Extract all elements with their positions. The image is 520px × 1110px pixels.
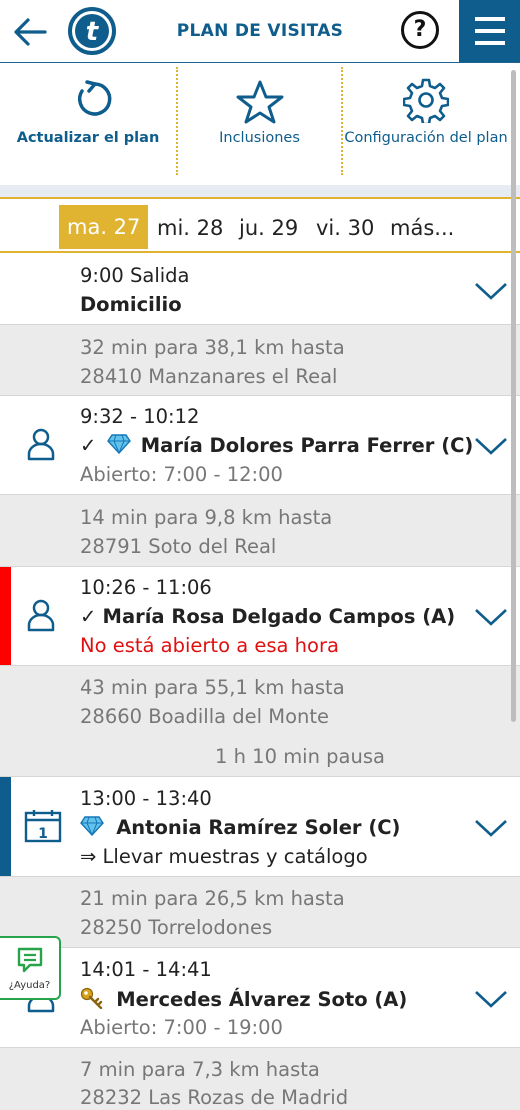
opening-hours: Abierto: 7:00 - 19:00 xyxy=(80,1016,283,1039)
help-question-label: ? xyxy=(413,17,427,42)
diamond-icon xyxy=(106,434,131,455)
travel-segment: 14 min para 9,8 km hasta 28791 Soto del … xyxy=(0,495,520,567)
scrollbar-thumb[interactable] xyxy=(511,70,516,722)
back-arrow-icon[interactable] xyxy=(12,14,48,50)
visit-card[interactable]: 9:32 - 10:12 ✓ María Dolores Parra Ferre… xyxy=(0,396,520,495)
travel-segment: 43 min para 55,1 km hasta 28660 Boadilla… xyxy=(0,666,520,777)
plan-settings-button[interactable]: Configuración del plan xyxy=(343,63,509,185)
chevron-down-icon[interactable] xyxy=(474,436,508,456)
chevron-down-icon[interactable] xyxy=(474,818,508,838)
inclusions-label: Inclusiones xyxy=(219,130,300,146)
chevron-down-icon[interactable] xyxy=(474,989,508,1009)
toolbar-separator-band xyxy=(0,185,520,197)
visit-time: 14:01 - 14:41 xyxy=(80,958,212,981)
visit-title-line: ✓ María Rosa Delgado Campos (A) xyxy=(80,605,455,628)
travel-duration: 7 min para 7,3 km hasta xyxy=(80,1058,320,1081)
visit-card[interactable]: 10:26 - 11:06 ✓ María Rosa Delgado Campo… xyxy=(0,567,520,666)
travel-destination: 28660 Boadilla del Monte xyxy=(80,705,330,728)
visit-time: 10:26 - 11:06 xyxy=(80,576,212,599)
customer-name: Antonia Ramírez Soler (C) xyxy=(116,816,401,839)
page-title: PLAN DE VISITAS xyxy=(176,21,344,41)
visit-note: ⇒ Llevar muestras y catálogo xyxy=(80,845,368,868)
visit-title-line: Antonia Ramírez Soler (C) xyxy=(80,816,400,839)
date-tab[interactable]: mi. 28 xyxy=(157,213,223,243)
travel-destination: 28791 Soto del Real xyxy=(80,535,277,558)
customer-name: María Rosa Delgado Campos (A) xyxy=(102,605,456,628)
travel-segment: 32 min para 38,1 km hasta 28410 Manzanar… xyxy=(0,325,520,396)
chevron-down-icon[interactable] xyxy=(474,281,508,301)
chat-icon xyxy=(17,947,43,973)
diamond-icon xyxy=(80,816,104,837)
start-time: 9:00 Salida xyxy=(80,264,190,287)
opening-hours: Abierto: 7:00 - 12:00 xyxy=(80,463,283,486)
travel-destination: 28250 Torrelodones xyxy=(80,916,273,939)
refresh-plan-button[interactable]: Actualizar el plan xyxy=(0,63,176,185)
travel-destination: 28232 Las Rozas de Madrid xyxy=(80,1086,349,1109)
person-icon xyxy=(27,599,55,632)
menu-icon-bar xyxy=(475,17,505,21)
more-dates-link[interactable]: más... xyxy=(390,213,454,243)
status-marker xyxy=(0,567,11,665)
menu-button[interactable] xyxy=(459,0,520,62)
travel-duration: 21 min para 26,5 km hasta xyxy=(80,887,345,910)
visit-card[interactable]: 1 13:00 - 13:40 Antonia Ramírez Soler (C… xyxy=(0,777,520,877)
visit-time: 9:32 - 10:12 xyxy=(80,405,200,428)
travel-duration: 14 min para 9,8 km hasta xyxy=(80,506,333,529)
inclusions-button[interactable]: Inclusiones xyxy=(178,63,341,185)
date-tab[interactable]: ju. 29 xyxy=(239,213,298,243)
travel-destination: 28410 Manzanares el Real xyxy=(80,365,338,388)
start-row[interactable]: 9:00 Salida Domicilio xyxy=(0,253,520,325)
help-chat-widget[interactable]: ¿Ayuda? xyxy=(0,936,61,1000)
travel-duration: 43 min para 55,1 km hasta xyxy=(80,676,345,699)
travel-segment: 7 min para 7,3 km hasta 28232 Las Rozas … xyxy=(0,1048,520,1110)
visit-title-line: Mercedes Álvarez Soto (A) xyxy=(80,987,407,1011)
warning-text: No está abierto a esa hora xyxy=(80,634,339,657)
plan-toolbar: Actualizar el plan Inclusiones Configura… xyxy=(0,63,520,186)
pause-label: 1 h 10 min pausa xyxy=(215,745,385,768)
star-icon xyxy=(236,80,284,124)
svg-text:t: t xyxy=(86,17,100,47)
travel-segment: 21 min para 26,5 km hasta 28250 Torrelod… xyxy=(0,877,520,948)
date-tab[interactable]: vi. 30 xyxy=(316,213,374,243)
plan-settings-label: Configuración del plan xyxy=(344,130,508,146)
visit-time: 13:00 - 13:40 xyxy=(80,787,212,810)
start-place: Domicilio xyxy=(80,293,182,316)
refresh-icon xyxy=(77,80,112,116)
date-tab-selected[interactable]: ma. 27 xyxy=(59,205,149,249)
visit-title-line: ✓ María Dolores Parra Ferrer (C) xyxy=(80,434,473,457)
help-button[interactable]: ? xyxy=(401,11,439,49)
app-logo: t xyxy=(68,7,116,55)
travel-duration: 32 min para 38,1 km hasta xyxy=(80,336,345,359)
person-icon xyxy=(27,428,55,461)
calendar-icon: 1 xyxy=(24,810,62,843)
refresh-plan-label: Actualizar el plan xyxy=(16,130,160,146)
customer-name: María Dolores Parra Ferrer (C) xyxy=(140,434,474,457)
done-check: ✓ xyxy=(80,434,97,457)
chevron-down-icon[interactable] xyxy=(474,607,508,627)
app-header: t PLAN DE VISITAS ? xyxy=(0,0,520,63)
appointment-marker xyxy=(0,777,11,876)
menu-icon-bar xyxy=(475,29,505,33)
key-icon xyxy=(80,987,103,1010)
visit-card[interactable]: 14:01 - 14:41 Mercedes Álvarez Soto (A) … xyxy=(0,948,520,1048)
done-check: ✓ xyxy=(80,605,97,628)
customer-name: Mercedes Álvarez Soto (A) xyxy=(116,988,408,1011)
help-label: ¿Ayuda? xyxy=(8,980,51,991)
svg-text:1: 1 xyxy=(38,826,48,842)
gear-icon xyxy=(403,78,449,123)
menu-icon-bar xyxy=(475,41,505,45)
date-selector: ma. 27 mi. 28 ju. 29 vi. 30 más... xyxy=(0,197,520,253)
